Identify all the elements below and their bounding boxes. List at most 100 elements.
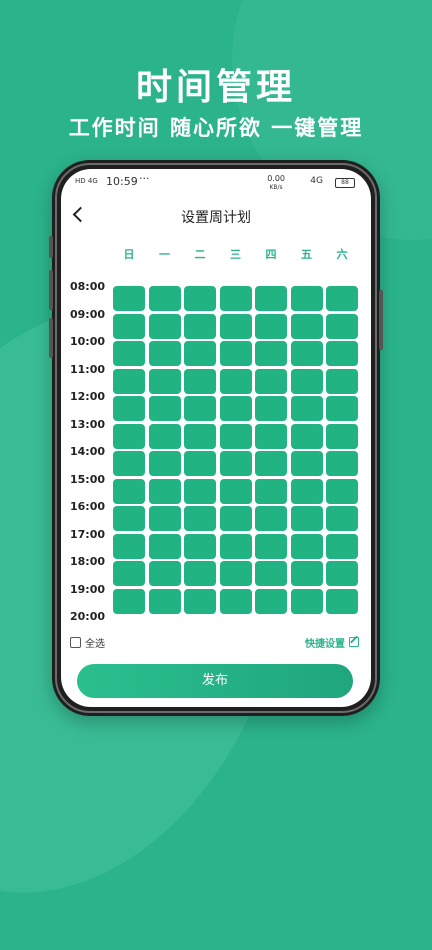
select-all-checkbox[interactable] bbox=[70, 637, 81, 648]
time-slot-cell[interactable] bbox=[148, 286, 181, 311]
time-slot-cell[interactable] bbox=[219, 533, 252, 559]
time-slot-cell[interactable] bbox=[290, 313, 323, 339]
time-slot-cell[interactable] bbox=[255, 478, 287, 504]
status-dots: ··· bbox=[139, 172, 150, 185]
time-slot-cell[interactable] bbox=[290, 478, 323, 504]
time-slot-cell[interactable] bbox=[113, 368, 145, 394]
time-slot-cell[interactable] bbox=[290, 588, 323, 614]
time-slot-cell[interactable] bbox=[219, 423, 252, 449]
time-label: 10:00 bbox=[70, 335, 106, 348]
time-slot-cell[interactable] bbox=[255, 368, 287, 394]
time-slot-cell[interactable] bbox=[184, 368, 216, 394]
time-slot-cell[interactable] bbox=[219, 286, 252, 311]
time-slot-cell[interactable] bbox=[148, 533, 181, 559]
time-slot-cell[interactable] bbox=[219, 588, 252, 614]
time-slot-cell[interactable] bbox=[148, 561, 181, 586]
time-slot-cell[interactable] bbox=[290, 368, 323, 394]
status-time: 10:59 bbox=[106, 175, 138, 188]
time-slot-cell[interactable] bbox=[148, 368, 181, 394]
time-slot-cell[interactable] bbox=[184, 286, 216, 311]
time-slot-cell[interactable] bbox=[148, 588, 181, 614]
time-slot-cell[interactable] bbox=[148, 451, 181, 476]
quick-set-link[interactable]: 快捷设置 bbox=[305, 635, 345, 650]
time-slot-cell[interactable] bbox=[113, 313, 145, 339]
time-slot-cell[interactable] bbox=[326, 451, 358, 476]
time-slot-cell[interactable] bbox=[326, 313, 358, 339]
time-slot-cell[interactable] bbox=[184, 396, 216, 421]
nav-bar: 设置周计划 bbox=[61, 201, 371, 231]
time-slot-cell[interactable] bbox=[255, 588, 287, 614]
time-slot-cell[interactable] bbox=[326, 478, 358, 504]
time-slot-cell[interactable] bbox=[184, 533, 216, 559]
time-slot-cell[interactable] bbox=[184, 313, 216, 339]
time-slot-cell[interactable] bbox=[255, 506, 287, 531]
time-label: 18:00 bbox=[70, 555, 106, 568]
time-label: 14:00 bbox=[70, 445, 106, 458]
time-slot-cell[interactable] bbox=[290, 396, 323, 421]
day-label: 五 bbox=[301, 248, 312, 261]
time-slot-cell[interactable] bbox=[184, 478, 216, 504]
time-slot-cell[interactable] bbox=[113, 506, 145, 531]
time-slot-cell[interactable] bbox=[326, 561, 358, 586]
time-slot-cell[interactable] bbox=[148, 396, 181, 421]
time-slot-cell[interactable] bbox=[219, 506, 252, 531]
time-slot-cell[interactable] bbox=[148, 423, 181, 449]
time-slot-cell[interactable] bbox=[113, 478, 145, 504]
time-slot-cell[interactable] bbox=[184, 561, 216, 586]
time-slot-cell[interactable] bbox=[184, 341, 216, 366]
time-slot-cell[interactable] bbox=[113, 561, 145, 586]
time-slot-cell[interactable] bbox=[184, 588, 216, 614]
time-slot-cell[interactable] bbox=[290, 423, 323, 449]
time-slot-cell[interactable] bbox=[113, 451, 145, 476]
time-slot-cell[interactable] bbox=[184, 423, 216, 449]
time-slot-cell[interactable] bbox=[290, 451, 323, 476]
time-slot-cell[interactable] bbox=[148, 478, 181, 504]
time-slot-cell[interactable] bbox=[326, 368, 358, 394]
time-label: 09:00 bbox=[70, 307, 106, 321]
time-slot-cell[interactable] bbox=[326, 423, 358, 449]
day-label: 四 bbox=[265, 248, 277, 261]
time-slot-cell[interactable] bbox=[113, 423, 145, 449]
time-slot-cell[interactable] bbox=[326, 588, 358, 614]
publish-button[interactable]: 发布 bbox=[77, 664, 353, 698]
select-all-label[interactable]: 全选 bbox=[85, 635, 105, 650]
time-slot-cell[interactable] bbox=[290, 533, 323, 559]
time-slot-cell[interactable] bbox=[326, 341, 358, 366]
time-slot-cell[interactable] bbox=[219, 478, 252, 504]
time-slot-cell[interactable] bbox=[255, 423, 287, 449]
time-slot-cell[interactable] bbox=[326, 396, 358, 421]
time-slot-cell[interactable] bbox=[219, 313, 252, 339]
time-slot-cell[interactable] bbox=[290, 341, 323, 366]
time-slot-cell[interactable] bbox=[219, 561, 252, 586]
time-slot-cell[interactable] bbox=[219, 396, 252, 421]
time-slot-cell[interactable] bbox=[326, 533, 358, 559]
time-slot-cell[interactable] bbox=[290, 506, 323, 531]
time-slot-cell[interactable] bbox=[219, 341, 252, 366]
time-slot-cell[interactable] bbox=[148, 341, 181, 366]
time-slot-cell[interactable] bbox=[255, 396, 287, 421]
time-slot-cell[interactable] bbox=[255, 313, 287, 339]
time-slot-cell[interactable] bbox=[148, 313, 181, 339]
time-slot-cell[interactable] bbox=[255, 561, 287, 586]
time-slot-cell[interactable] bbox=[255, 451, 287, 476]
time-slot-cell[interactable] bbox=[113, 533, 145, 559]
phone-volume-down bbox=[49, 318, 53, 358]
time-slot-cell[interactable] bbox=[219, 368, 252, 394]
time-slot-cell[interactable] bbox=[184, 506, 216, 531]
time-slot-cell[interactable] bbox=[184, 451, 216, 476]
time-slot-cell[interactable] bbox=[290, 561, 323, 586]
time-slot-cell[interactable] bbox=[113, 396, 145, 421]
time-slot-cell[interactable] bbox=[326, 506, 358, 531]
time-slot-cell[interactable] bbox=[113, 286, 145, 311]
time-slot-cell[interactable] bbox=[326, 286, 358, 311]
time-slot-cell[interactable] bbox=[255, 341, 287, 366]
time-slot-cell[interactable] bbox=[255, 286, 287, 311]
day-header-row: 日一二三四五六 bbox=[61, 246, 371, 264]
time-slot-cell[interactable] bbox=[255, 533, 287, 559]
time-slot-cell[interactable] bbox=[113, 341, 145, 366]
time-slot-cell[interactable] bbox=[290, 286, 323, 311]
time-slot-cell[interactable] bbox=[219, 451, 252, 476]
time-slot-cell[interactable] bbox=[113, 588, 145, 614]
edit-icon[interactable] bbox=[349, 637, 359, 647]
time-slot-cell[interactable] bbox=[148, 506, 181, 531]
